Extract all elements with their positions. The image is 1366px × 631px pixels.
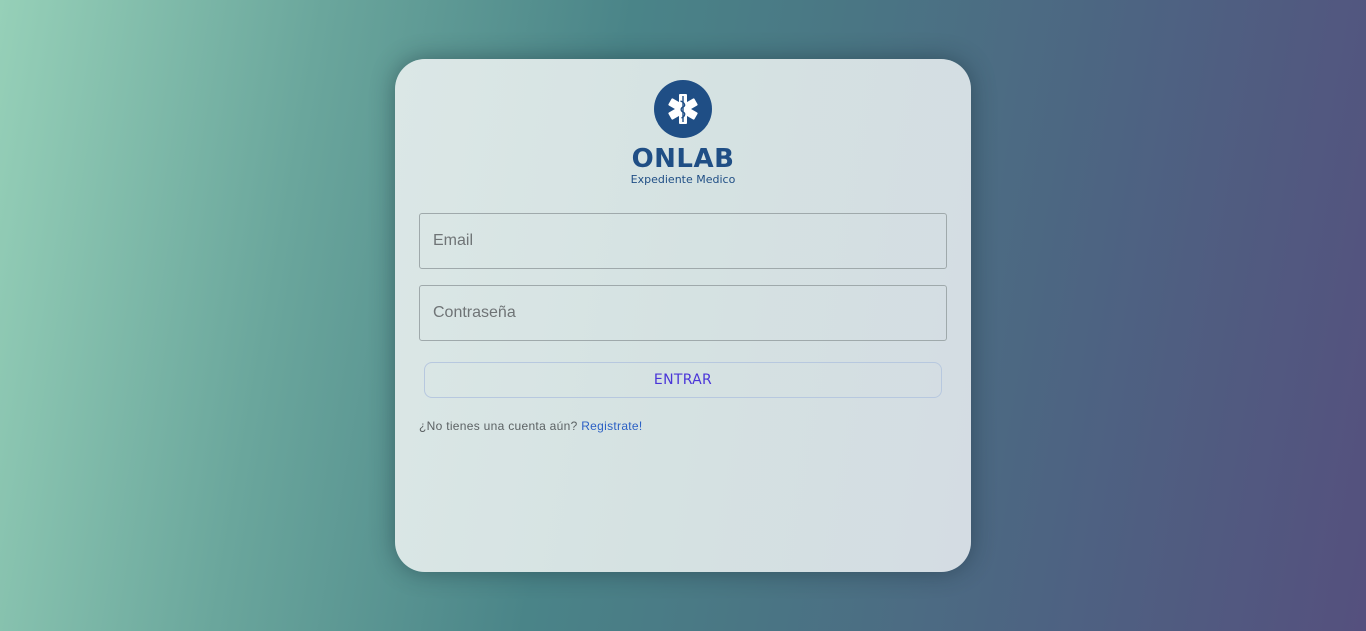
email-input[interactable] bbox=[419, 213, 947, 269]
brand-logo: ONLAB Expediente Medico bbox=[395, 80, 971, 190]
login-button[interactable]: ENTRAR bbox=[424, 362, 942, 398]
login-card: ONLAB Expediente Medico ENTRAR ¿No tiene… bbox=[395, 59, 971, 572]
password-input[interactable] bbox=[419, 285, 947, 341]
star-of-life-icon bbox=[668, 94, 698, 124]
logo-badge bbox=[654, 80, 712, 138]
register-prompt-text: ¿No tienes una cuenta aún? bbox=[419, 419, 578, 433]
register-prompt-line: ¿No tienes una cuenta aún? Registrate! bbox=[419, 419, 643, 433]
register-link[interactable]: Registrate! bbox=[581, 419, 642, 433]
brand-name: ONLAB bbox=[631, 144, 735, 174]
brand-subtitle: Expediente Medico bbox=[630, 173, 736, 186]
